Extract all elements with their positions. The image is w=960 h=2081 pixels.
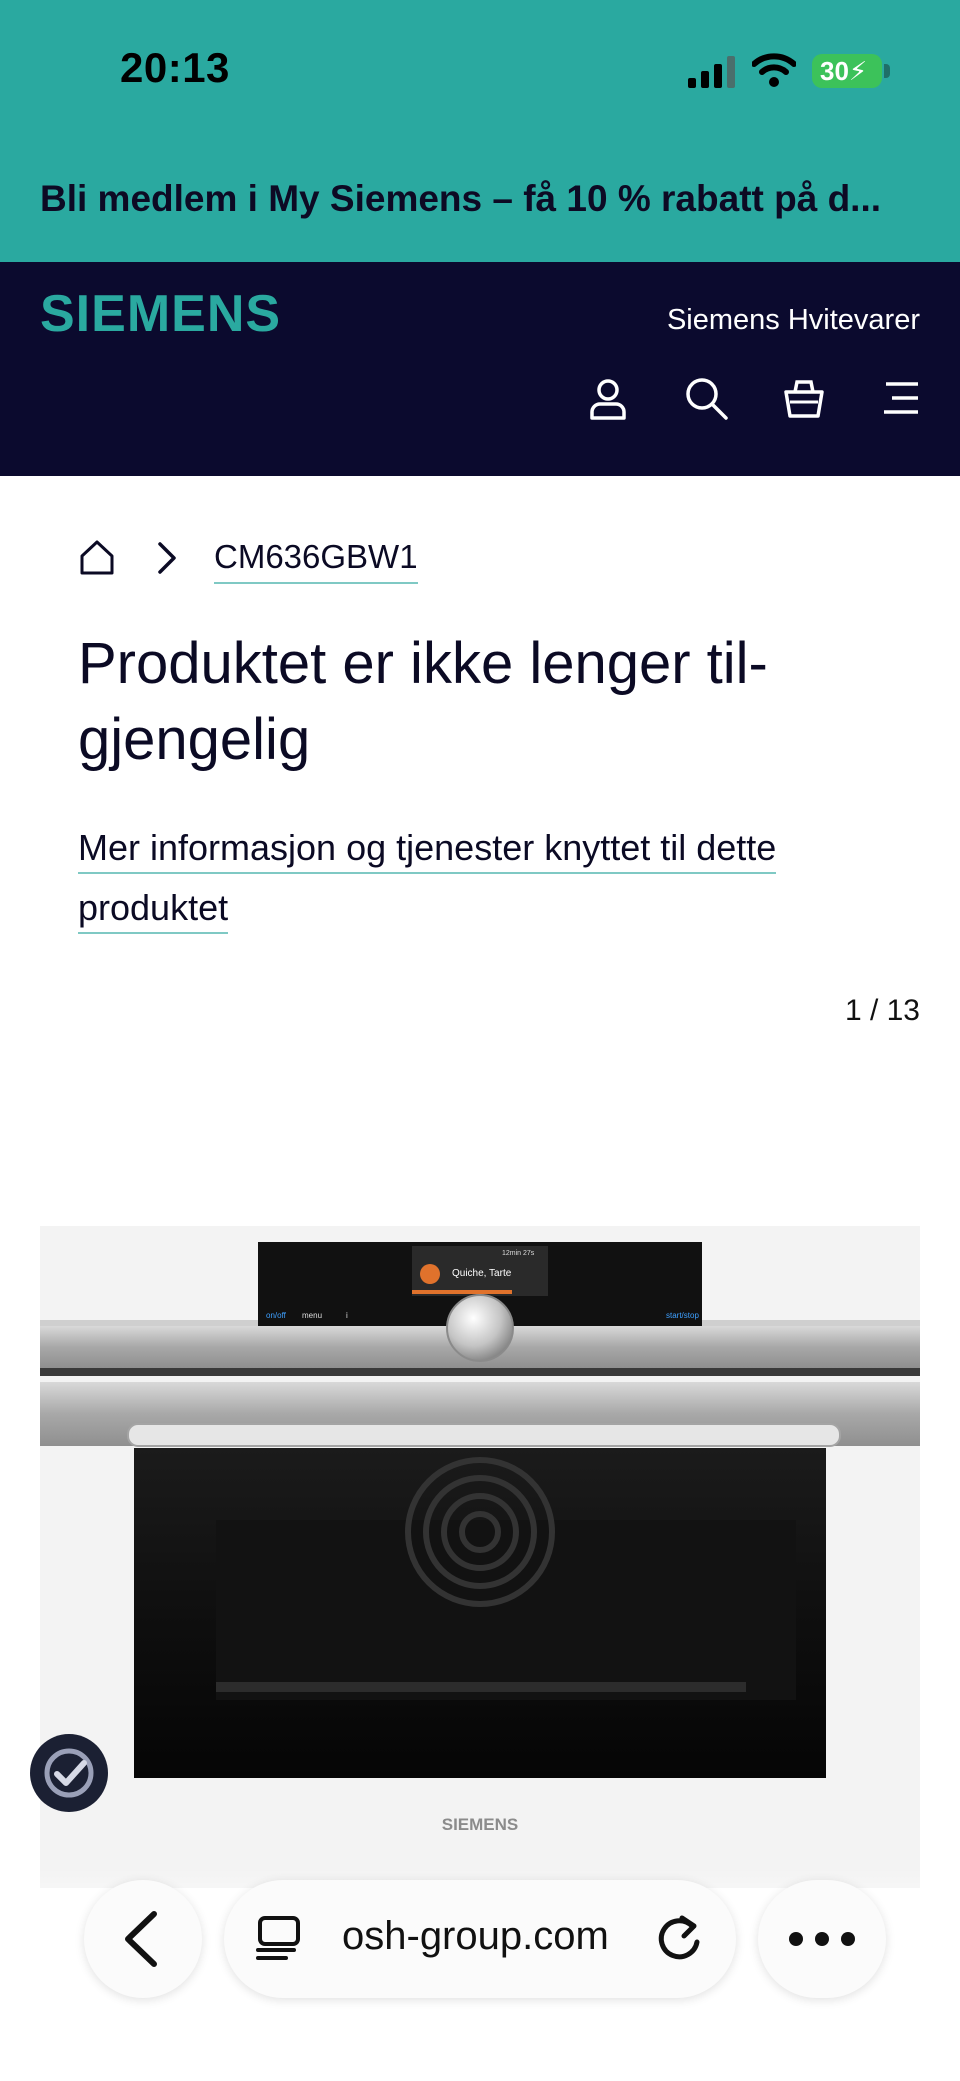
brand-link[interactable]: Siemens Hvitevarer xyxy=(667,304,920,337)
battery-tip xyxy=(884,64,890,78)
basket-icon[interactable] xyxy=(780,374,828,422)
oven-button-onoff: on/off xyxy=(266,1311,287,1320)
wifi-icon xyxy=(752,53,796,87)
user-icon[interactable] xyxy=(584,374,632,422)
trusted-shop-badge[interactable] xyxy=(30,1734,108,1812)
url-text: osh-group.com xyxy=(342,1914,609,1958)
site-header: SIEMENS Siemens Hvitevarer xyxy=(0,262,960,476)
oven-display-timer: 12min 27s xyxy=(502,1250,535,1257)
cellular-signal-icon xyxy=(688,56,735,88)
more-options-button[interactable] xyxy=(758,1880,886,1998)
more-info-link-text: Mer informasjon og tjenester knyttet til… xyxy=(78,827,777,934)
oven-display-title: Quiche, Tarte xyxy=(452,1268,512,1279)
siemens-logo[interactable]: SIEMENS xyxy=(40,284,281,344)
battery-level: 30 xyxy=(820,56,849,86)
oven-button-menu: menu xyxy=(302,1311,322,1320)
chevron-left-icon xyxy=(125,1911,157,1967)
promo-text: Bli medlem i My Siemens – få 10 % rabatt… xyxy=(40,178,882,219)
battery-icon: 30⚡ xyxy=(812,54,882,88)
home-icon[interactable] xyxy=(78,538,116,576)
chevron-right-icon xyxy=(158,542,176,574)
search-icon[interactable] xyxy=(682,374,730,422)
oven-illustration: Quiche, Tarte 12min 27s on/off menu i st… xyxy=(40,1226,920,1888)
address-bar[interactable]: osh-group.com xyxy=(224,1880,736,1998)
menu-icon[interactable] xyxy=(878,374,926,422)
checkmark-shield-icon xyxy=(44,1748,94,1798)
product-image[interactable]: Quiche, Tarte 12min 27s on/off menu i st… xyxy=(40,1226,920,1888)
back-button[interactable] xyxy=(84,1880,202,1998)
oven-button-info: i xyxy=(346,1311,348,1320)
status-bar: 20:13 30⚡ xyxy=(0,0,960,140)
oven-brand-label: SIEMENS xyxy=(442,1815,519,1834)
status-time: 20:13 xyxy=(120,44,230,91)
ellipsis-icon xyxy=(789,1932,855,1946)
breadcrumb-model-link[interactable]: CM636GBW1 xyxy=(214,538,418,584)
reload-icon[interactable] xyxy=(652,1912,706,1966)
more-info-link[interactable]: Mer informasjon og tjenester knyttet til… xyxy=(78,818,868,938)
oven-button-startstop: start/stop xyxy=(666,1311,699,1320)
page-title: Produktet er ikke lenger til-gjengelig xyxy=(78,631,768,772)
promo-banner[interactable]: Bli medlem i My Siemens – få 10 % rabatt… xyxy=(0,140,960,262)
gallery-counter: 1 / 13 xyxy=(844,994,920,1027)
tabs-icon[interactable] xyxy=(254,1914,304,1964)
